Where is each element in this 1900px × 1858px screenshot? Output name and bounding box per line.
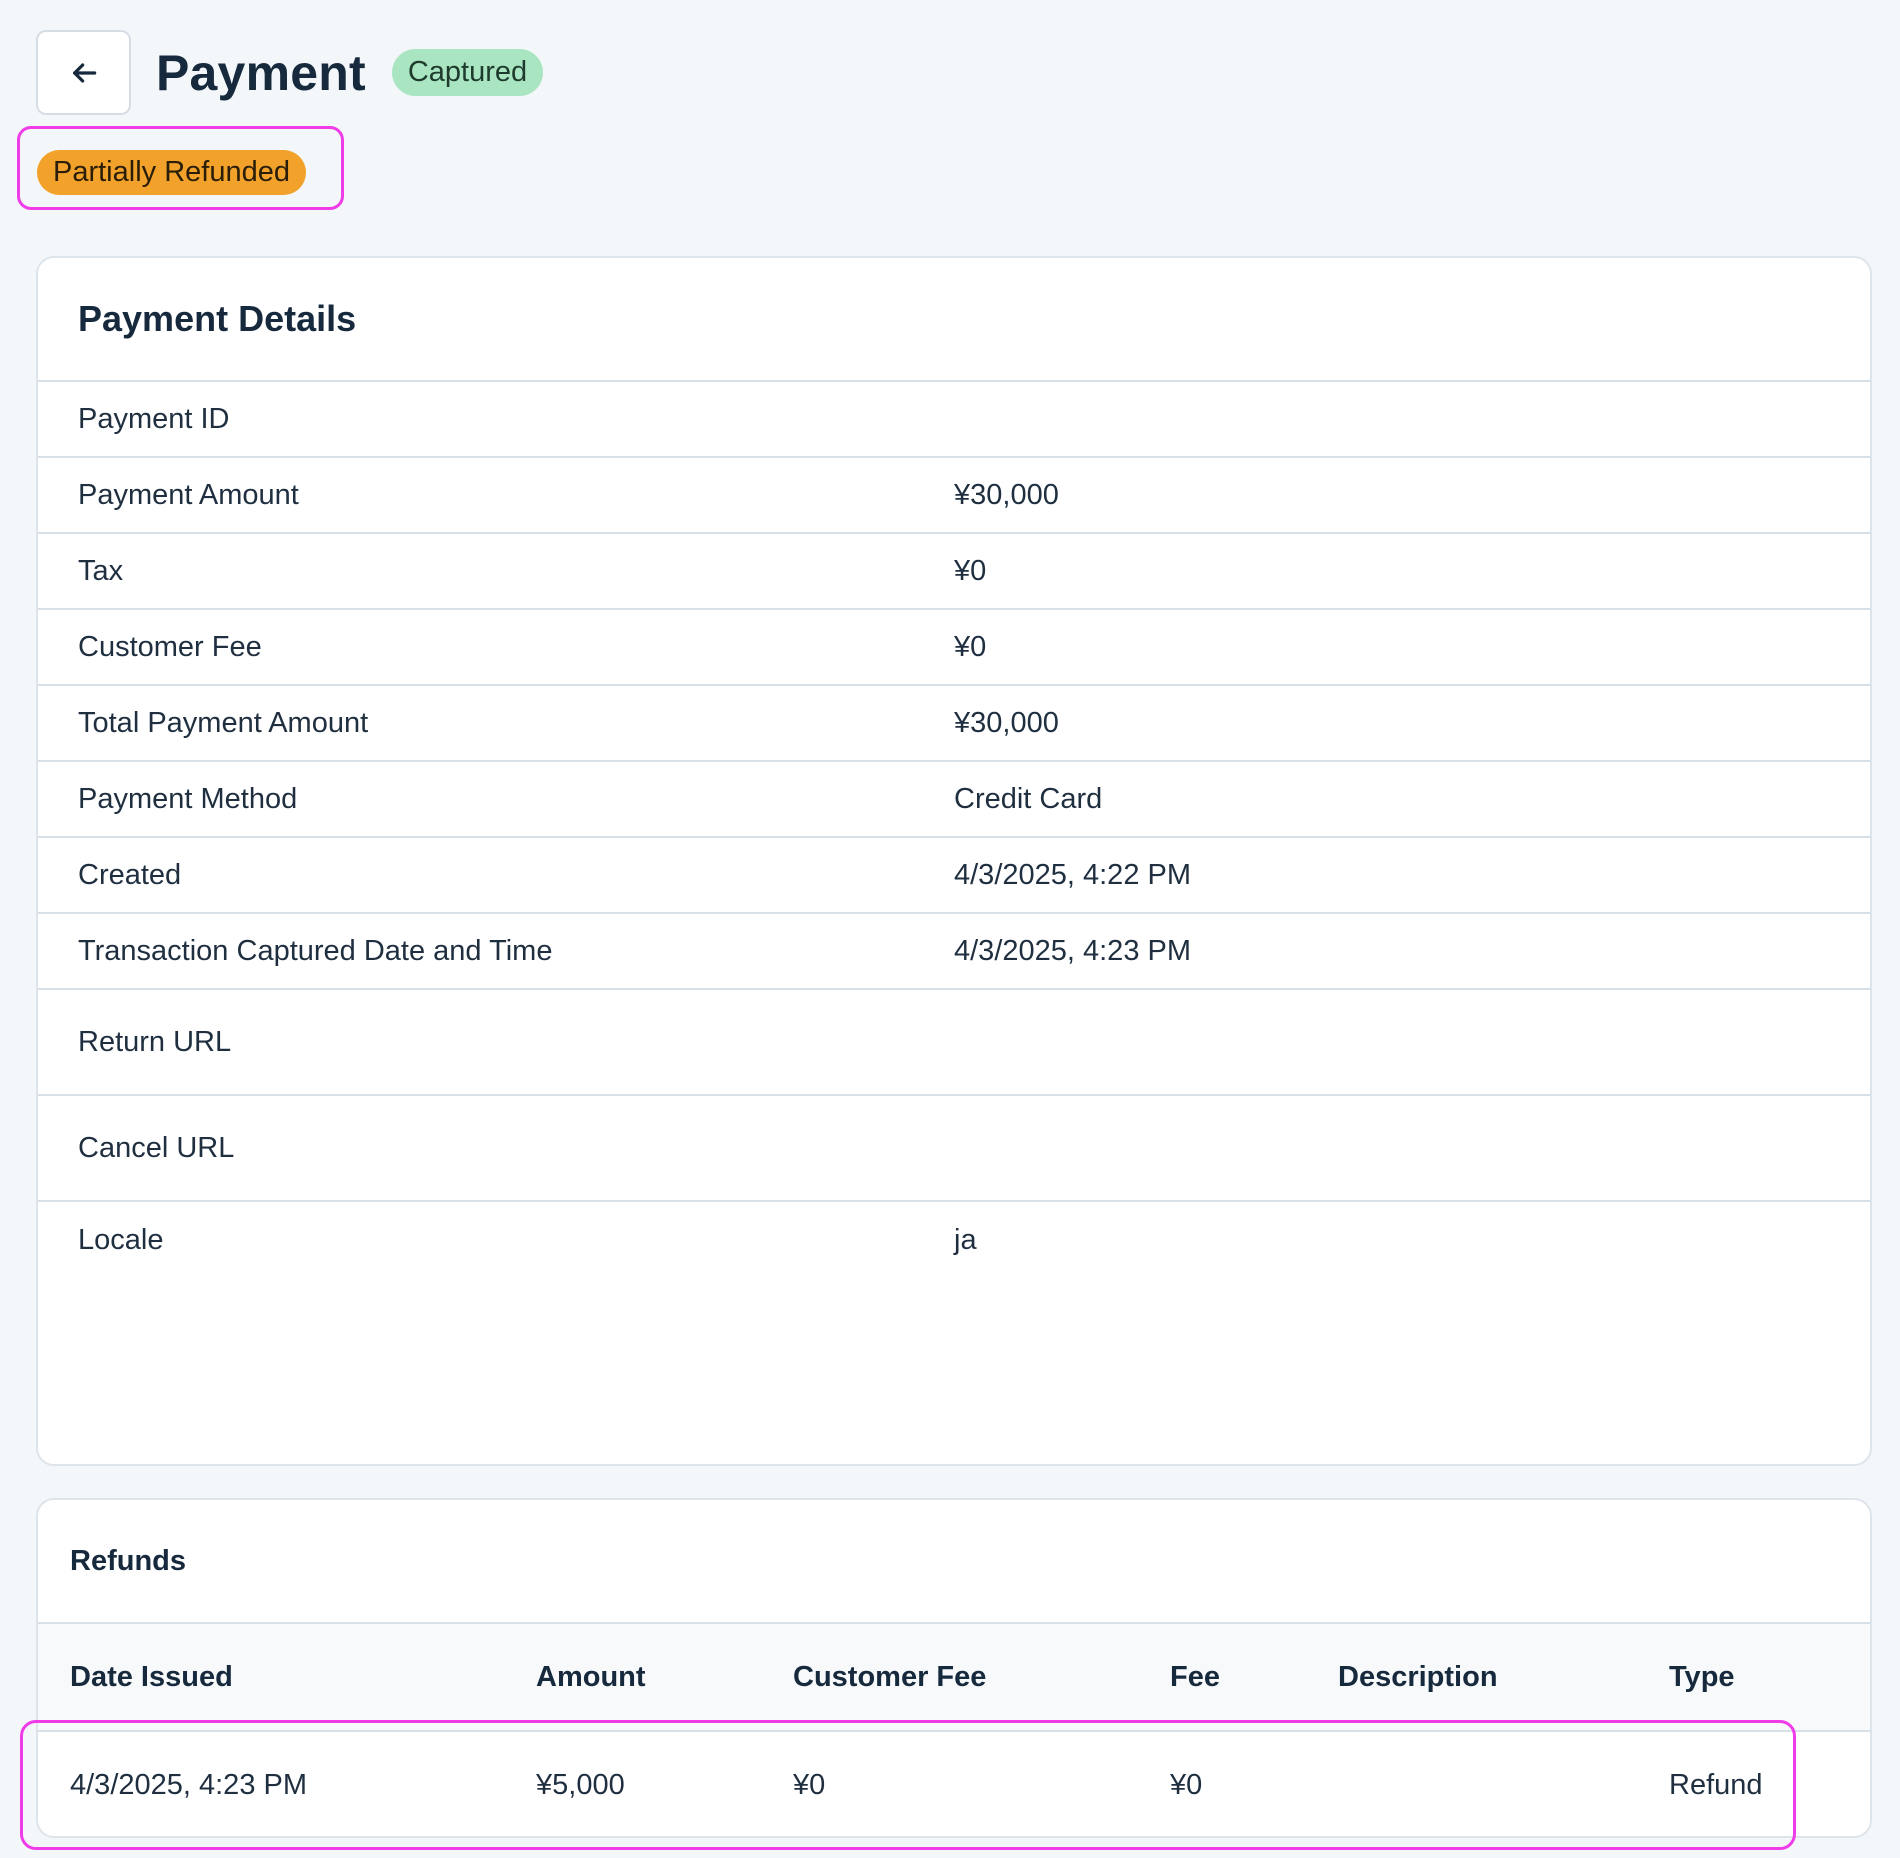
detail-value: ¥30,000 xyxy=(954,706,1059,739)
detail-label: Cancel URL xyxy=(78,1131,235,1164)
detail-value: ja xyxy=(954,1223,977,1256)
status-badge-partially-refunded: Partially Refunded xyxy=(37,150,306,195)
cell-customer-fee: ¥0 xyxy=(793,1768,826,1801)
detail-value: 4/3/2025, 4:23 PM xyxy=(954,934,1191,967)
detail-label: Tax xyxy=(78,554,124,587)
detail-row-created: Created 4/3/2025, 4:22 PM xyxy=(38,838,1870,914)
column-header-type[interactable]: Type xyxy=(1669,1661,1735,1694)
detail-label: Locale xyxy=(78,1223,164,1256)
page-header: Payment Captured xyxy=(36,30,544,115)
detail-label: Return URL xyxy=(78,1025,232,1058)
refunds-title: Refunds xyxy=(38,1500,1870,1624)
detail-value: ¥0 xyxy=(954,554,987,587)
detail-value: Credit Card xyxy=(954,782,1103,815)
column-header-fee[interactable]: Fee xyxy=(1170,1661,1220,1694)
detail-row-total-payment-amount: Total Payment Amount ¥30,000 xyxy=(38,686,1870,762)
detail-row-payment-method: Payment Method Credit Card xyxy=(38,762,1870,838)
detail-label: Payment Method xyxy=(78,782,298,815)
detail-label: Total Payment Amount xyxy=(78,706,369,739)
detail-label: Payment ID xyxy=(78,402,230,435)
detail-row-locale: Locale ja xyxy=(38,1202,1870,1278)
column-header-amount[interactable]: Amount xyxy=(536,1661,646,1694)
detail-row-payment-id: Payment ID xyxy=(38,382,1870,458)
detail-label: Payment Amount xyxy=(78,478,299,511)
column-header-customer-fee[interactable]: Customer Fee xyxy=(793,1661,986,1694)
arrow-left-icon xyxy=(72,62,96,83)
detail-label: Created xyxy=(78,858,182,891)
refunds-card: Refunds Date Issued Amount Customer Fee … xyxy=(36,1498,1872,1838)
column-header-date-issued[interactable]: Date Issued xyxy=(70,1661,233,1694)
cell-amount: ¥5,000 xyxy=(536,1768,625,1801)
detail-label: Transaction Captured Date and Time xyxy=(78,934,553,967)
cell-fee: ¥0 xyxy=(1170,1768,1203,1801)
cell-date-issued: 4/3/2025, 4:23 PM xyxy=(70,1768,307,1801)
detail-value: ¥0 xyxy=(954,630,987,663)
status-badge-captured: Captured xyxy=(391,49,544,96)
refunds-table-header: Date Issued Amount Customer Fee Fee Desc… xyxy=(38,1624,1870,1732)
detail-row-return-url: Return URL xyxy=(38,990,1870,1096)
refund-status-highlight: Partially Refunded xyxy=(17,126,344,210)
detail-row-cancel-url: Cancel URL xyxy=(38,1096,1870,1202)
detail-row-customer-fee: Customer Fee ¥0 xyxy=(38,610,1870,686)
detail-label: Customer Fee xyxy=(78,630,262,663)
back-button[interactable] xyxy=(36,30,131,115)
detail-row-payment-amount: Payment Amount ¥30,000 xyxy=(38,458,1870,534)
table-row[interactable]: 4/3/2025, 4:23 PM ¥5,000 ¥0 ¥0 Refund xyxy=(38,1732,1870,1836)
cell-type: Refund xyxy=(1669,1768,1763,1801)
payment-details-title: Payment Details xyxy=(38,258,1870,382)
column-header-description[interactable]: Description xyxy=(1338,1661,1498,1694)
detail-row-tax: Tax ¥0 xyxy=(38,534,1870,610)
detail-value: ¥30,000 xyxy=(954,478,1059,511)
payment-details-card: Payment Details Payment ID Payment Amoun… xyxy=(36,256,1872,1466)
detail-row-captured-date: Transaction Captured Date and Time 4/3/2… xyxy=(38,914,1870,990)
detail-value: 4/3/2025, 4:22 PM xyxy=(954,858,1191,891)
page-title: Payment xyxy=(156,44,366,101)
